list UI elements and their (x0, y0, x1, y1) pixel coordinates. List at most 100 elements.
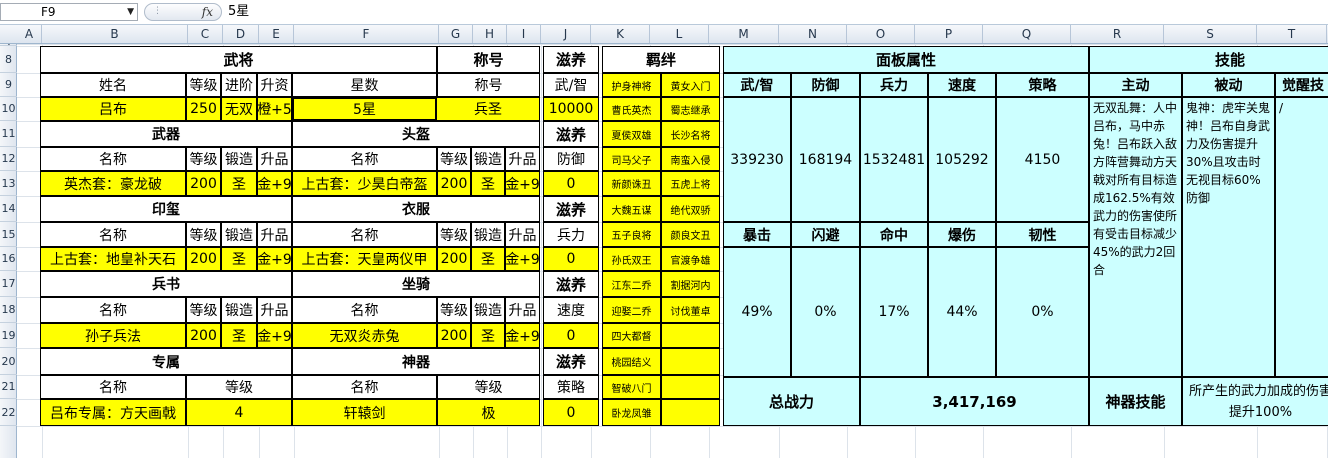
cultivation-value[interactable]: 0 (543, 399, 599, 426)
row-header[interactable]: 19 (0, 323, 17, 348)
equip-upgrade[interactable]: 金+9 (505, 323, 540, 348)
bond-item[interactable]: 南蛮入侵 (661, 147, 720, 171)
bond-item[interactable]: 卧龙凤雏 (602, 399, 661, 426)
function-pill[interactable]: ⋮ fx (144, 3, 222, 21)
general-name[interactable]: 吕布 (40, 97, 186, 121)
panel-attr-value[interactable]: 339230 (723, 97, 791, 222)
artifact-name[interactable]: 轩辕剑 (292, 399, 437, 426)
column-header[interactable]: R (1071, 25, 1164, 43)
bond-item[interactable]: 黄女入门 (661, 73, 720, 97)
panel-attr-value[interactable]: 49% (723, 247, 791, 377)
column-header[interactable]: K (591, 25, 650, 43)
bond-item[interactable]: 蜀志继承 (661, 97, 720, 121)
title-value[interactable]: 兵圣 (437, 97, 540, 121)
row-header[interactable]: 8 (0, 46, 17, 73)
column-header[interactable]: C (188, 25, 223, 43)
row-header[interactable]: 16 (0, 247, 17, 271)
equip-name[interactable]: 无双炎赤兔 (292, 323, 437, 348)
insert-function-icon[interactable]: fx (202, 4, 213, 20)
equip-name[interactable]: 英杰套：豪龙破 (40, 171, 186, 196)
bond-item[interactable]: 桃园结义 (602, 348, 661, 375)
general-stars[interactable]: 5星 (292, 97, 437, 121)
equip-forge[interactable]: 圣 (221, 247, 257, 271)
row-header[interactable]: 15 (0, 222, 17, 247)
bond-item[interactable]: 讨伐董卓 (661, 297, 720, 323)
panel-attr-value[interactable]: 1532481 (860, 97, 928, 222)
column-header[interactable]: N (779, 25, 847, 43)
column-header[interactable]: H (473, 25, 507, 43)
general-advance[interactable]: 无双 (221, 97, 257, 121)
column-header[interactable]: D (223, 25, 259, 43)
row-header[interactable]: 17 (0, 271, 17, 297)
bond-item[interactable]: 五虎上将 (661, 171, 720, 196)
bond-item[interactable]: 绝代双骄 (661, 196, 720, 222)
equip-level[interactable]: 200 (437, 171, 471, 196)
equip-forge[interactable]: 圣 (221, 323, 257, 348)
column-header[interactable]: T (1257, 25, 1327, 43)
column-header[interactable]: A (17, 25, 42, 43)
column-header[interactable]: O (847, 25, 915, 43)
panel-attr-value[interactable]: 168194 (791, 97, 860, 222)
formula-input[interactable]: 5星 (228, 3, 249, 21)
resize-handle-icon[interactable]: ⋮ (153, 6, 162, 16)
bond-empty[interactable] (661, 375, 720, 399)
equip-upgrade[interactable]: 金+9 (505, 171, 540, 196)
equip-forge[interactable]: 圣 (471, 171, 505, 196)
panel-attr-value[interactable]: 105292 (928, 97, 996, 222)
cultivation-value[interactable]: 10000 (543, 97, 599, 121)
general-level[interactable]: 250 (186, 97, 221, 121)
row-header[interactable]: 18 (0, 297, 17, 323)
bond-item[interactable]: 大魏五谋 (602, 196, 661, 222)
bond-item[interactable]: 司马父子 (602, 147, 661, 171)
row-header[interactable]: 13 (0, 171, 17, 196)
equip-name[interactable]: 上古套：地皇补天石 (40, 247, 186, 271)
row-header[interactable]: 12 (0, 147, 17, 171)
row-header[interactable]: 21 (0, 375, 17, 399)
equip-forge[interactable]: 圣 (471, 323, 505, 348)
panel-attr-value[interactable]: 4150 (996, 97, 1089, 222)
bond-item[interactable]: 曹氏英杰 (602, 97, 661, 121)
column-header[interactable]: S (1164, 25, 1257, 43)
column-header[interactable]: G (439, 25, 473, 43)
equip-name[interactable]: 上古套：少昊白帝盔 (292, 171, 437, 196)
cultivation-value[interactable]: 0 (543, 323, 599, 348)
bond-item[interactable]: 颜良文丑 (661, 222, 720, 247)
artifact-skill-text[interactable]: 所产生的武力加成的伤害提升100% (1182, 377, 1328, 426)
row-header[interactable]: 20 (0, 348, 17, 375)
equip-level[interactable]: 200 (437, 323, 471, 348)
equip-upgrade[interactable]: 金+9 (505, 247, 540, 271)
column-header[interactable]: L (650, 25, 709, 43)
column-header[interactable]: F (294, 25, 439, 43)
bond-item[interactable]: 迎娶二乔 (602, 297, 661, 323)
bond-item[interactable]: 长沙名将 (661, 121, 720, 147)
row-header[interactable]: 14 (0, 196, 17, 222)
row-header[interactable]: 22 (0, 399, 17, 426)
chevron-down-icon[interactable]: ▼ (127, 4, 134, 20)
bond-item[interactable]: 护身神将 (602, 73, 661, 97)
equip-level[interactable]: 200 (186, 323, 221, 348)
panel-attr-value[interactable]: 17% (860, 247, 928, 377)
bond-item[interactable]: 五子良将 (602, 222, 661, 247)
equip-name[interactable]: 上古套：天皇两仪甲 (292, 247, 437, 271)
equip-level[interactable]: 200 (437, 247, 471, 271)
bond-item[interactable]: 四大都督 (602, 323, 661, 348)
bond-item[interactable]: 孙氏双王 (602, 247, 661, 271)
general-aptitude[interactable]: 橙+5 (257, 97, 292, 121)
cultivation-value[interactable]: 0 (543, 247, 599, 271)
bond-item[interactable]: 新颜诛丑 (602, 171, 661, 196)
bond-item[interactable]: 割据河内 (661, 271, 720, 297)
bond-item[interactable]: 官渡争雄 (661, 247, 720, 271)
bond-empty[interactable] (661, 399, 720, 426)
name-box[interactable]: F9 ▼ (0, 3, 138, 21)
bond-empty[interactable] (661, 323, 720, 348)
column-header[interactable]: I (507, 25, 541, 43)
skill-awaken-text[interactable]: / (1275, 97, 1328, 377)
column-header[interactable]: Q (983, 25, 1071, 43)
skill-active-text[interactable]: 无双乱舞：人中吕布，马中赤兔！吕布跃入敌方阵营舞动方天戟对所有目标造成162.5… (1089, 97, 1182, 377)
cultivation-value[interactable]: 0 (543, 171, 599, 196)
bond-empty[interactable] (661, 348, 720, 375)
column-header[interactable]: B (42, 25, 188, 43)
row-header[interactable]: 9 (0, 73, 17, 97)
equip-name[interactable]: 孙子兵法 (40, 323, 186, 348)
panel-attr-value[interactable]: 44% (928, 247, 996, 377)
